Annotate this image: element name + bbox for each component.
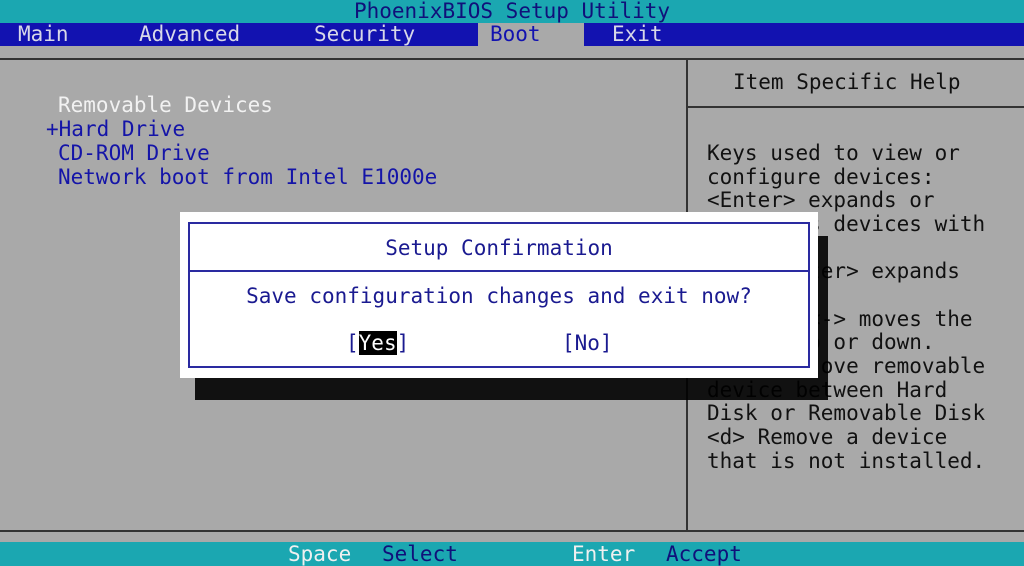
key-space-action: Select: [382, 542, 458, 566]
window-title: PhoenixBIOS Setup Utility: [0, 0, 1024, 23]
yes-label: Yes: [358, 331, 397, 355]
help-line: configure devices:: [707, 165, 935, 189]
dialog-frame: Setup Confirmation Save configuration ch…: [188, 222, 810, 368]
tab-advanced[interactable]: Advanced: [139, 23, 240, 46]
boot-device-cdrom[interactable]: CD-ROM Drive: [58, 141, 210, 165]
expand-marker: +: [46, 117, 59, 141]
status-bar: Space Select Enter Accept: [0, 542, 1024, 566]
setup-confirmation-dialog: Setup Confirmation Save configuration ch…: [180, 212, 818, 378]
help-line: that is not installed.: [707, 449, 986, 473]
no-button[interactable]: [No]: [562, 331, 613, 355]
tab-security[interactable]: Security: [314, 23, 415, 46]
bracket: ]: [396, 331, 410, 355]
help-line: <d> Remove a device: [707, 425, 948, 449]
help-line: Keys used to view or: [707, 141, 960, 165]
tab-main[interactable]: Main: [18, 23, 69, 46]
help-header-divider: [688, 106, 1024, 108]
key-enter: Enter: [572, 542, 636, 566]
menu-bar: Main Advanced Security Boot Exit: [0, 23, 1024, 46]
help-title: Item Specific Help: [733, 70, 961, 94]
dialog-message: Save configuration changes and exit now?: [246, 284, 752, 308]
key-enter-action: Accept: [666, 542, 742, 566]
status-divider: [0, 530, 1024, 532]
bracket: [: [346, 331, 359, 355]
dialog-title-divider: [190, 270, 808, 272]
dialog-title: Setup Confirmation: [385, 236, 613, 260]
help-line: Disk or Removable Disk: [707, 401, 986, 425]
help-line: <Enter> expands or: [707, 188, 935, 212]
key-space: Space: [288, 542, 352, 566]
tab-exit[interactable]: Exit: [612, 23, 663, 46]
boot-device-removable[interactable]: Removable Devices: [58, 93, 273, 117]
device-label: Hard Drive: [58, 117, 186, 141]
boot-device-network[interactable]: Network boot from Intel E1000e: [58, 165, 437, 189]
tab-boot[interactable]: Boot: [478, 23, 584, 46]
yes-button[interactable]: [Yes]: [346, 331, 409, 355]
boot-device-hard-drive[interactable]: +Hard Drive: [46, 117, 185, 141]
